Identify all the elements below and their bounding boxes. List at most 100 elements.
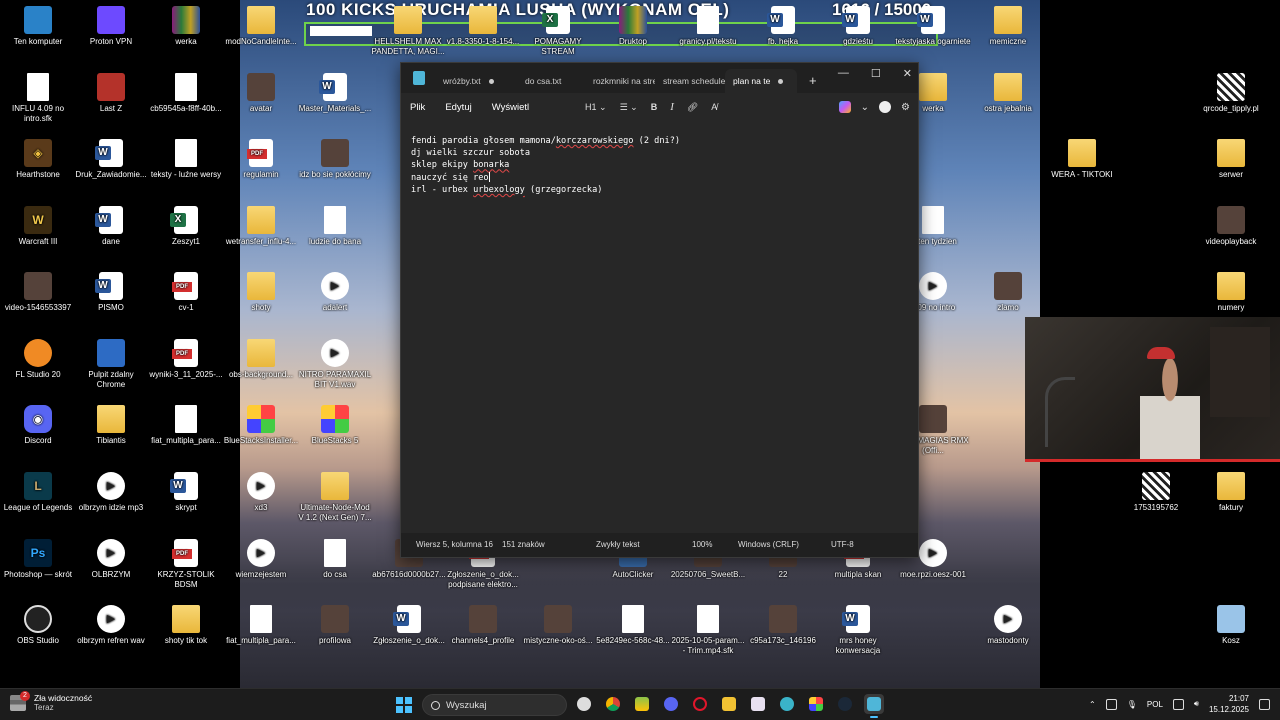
desktop-icon[interactable]: qrcode_tipply.pl xyxy=(1193,73,1269,114)
list-dropdown-icon[interactable]: ☰ ⌄ xyxy=(620,102,638,113)
desktop-icon[interactable]: video-1546553397 xyxy=(0,272,76,313)
desktop-icon[interactable]: profilowa xyxy=(297,605,373,646)
desktop-icon[interactable]: cv-1 xyxy=(148,272,224,313)
taskbar-app-steam[interactable] xyxy=(835,694,855,714)
new-tab-button[interactable]: + xyxy=(809,73,817,88)
desktop-icon[interactable]: mistyczne-oko-oś... xyxy=(520,605,596,646)
desktop-icon[interactable]: OBS Studio xyxy=(0,605,76,646)
desktop-icon[interactable]: BlueStacks 5 xyxy=(297,405,373,446)
desktop-icon[interactable]: 1753195762 xyxy=(1118,472,1194,513)
chevron-down-icon[interactable]: ⌄ xyxy=(861,102,869,113)
desktop-icon[interactable]: teksty - luźne wersy xyxy=(148,139,224,180)
close-icon[interactable]: ✕ xyxy=(903,67,912,80)
taskbar-app-chrome[interactable] xyxy=(603,694,623,714)
notepad-editor[interactable]: fendi parodia głosem mamona/korczarowski… xyxy=(401,121,918,535)
desktop-icon[interactable]: Ultimate-Node-Mod V 1.2 (Next Gen) 7... xyxy=(297,472,373,523)
microphone-icon[interactable]: 🎙︎ xyxy=(1127,700,1137,709)
desktop-icon[interactable]: wyniki-3_11_2025-... xyxy=(148,339,224,380)
desktop-icon[interactable]: KRZYZ-STOLIK BDSM xyxy=(148,539,224,590)
taskbar-search[interactable]: Wyszukaj xyxy=(422,694,567,716)
desktop-icon[interactable]: W Warcraft III xyxy=(0,206,76,247)
chevron-up-icon[interactable]: ⌃ xyxy=(1089,700,1096,709)
desktop-icon[interactable]: do csa xyxy=(297,539,373,580)
desktop-icon[interactable]: c95a173c_146196 xyxy=(745,605,821,646)
desktop-icon[interactable]: faktury xyxy=(1193,472,1269,513)
desktop-icon[interactable]: Last Z xyxy=(73,73,149,114)
desktop-icon[interactable]: obs-background... xyxy=(223,339,299,380)
taskbar-app-bluestacks[interactable] xyxy=(806,694,826,714)
desktop-icon[interactable]: fb. hejka xyxy=(745,6,821,47)
taskbar-app-explorer[interactable] xyxy=(719,694,739,714)
desktop-icon[interactable]: ◉ Discord xyxy=(0,405,76,446)
desktop-icon[interactable]: serwer xyxy=(1193,139,1269,180)
desktop-icon[interactable]: HELLSHELM MAX PANDETTA, MAGI... xyxy=(370,6,446,57)
desktop-icon[interactable]: v1.8-3350-1-8-154... xyxy=(445,6,521,47)
desktop-icon[interactable]: POMAGAMY STREAM xyxy=(520,6,596,57)
notifications-icon[interactable] xyxy=(1259,698,1270,710)
sync-icon[interactable] xyxy=(1105,698,1117,710)
copilot-icon[interactable] xyxy=(838,101,851,113)
menu-file[interactable]: Plik xyxy=(410,102,425,113)
desktop-icon[interactable]: ▶ xd3 xyxy=(223,472,299,513)
desktop-icon[interactable]: Ten komputer xyxy=(0,6,76,47)
desktop-icon[interactable]: Ps Photoshop — skrót xyxy=(0,539,76,580)
desktop-icon[interactable]: tekstyjaska ogarniete xyxy=(895,6,971,47)
link-icon[interactable]: 🔗︎ xyxy=(687,102,698,113)
desktop-icon[interactable]: wetransfer_influ-4... xyxy=(223,206,299,247)
desktop-icon[interactable]: shoty tik tok xyxy=(148,605,224,646)
taskbar-app-notepad[interactable] xyxy=(864,694,884,718)
weather-widget[interactable]: 2 Zła widoczność Teraz xyxy=(10,690,92,712)
desktop-icon[interactable]: Druk_Zawiadomie... xyxy=(73,139,149,180)
maximize-icon[interactable]: ☐ xyxy=(871,67,881,80)
desktop-icon[interactable]: Pulpit zdalny Chrome xyxy=(73,339,149,390)
italic-button[interactable]: I xyxy=(670,101,674,113)
desktop-icon[interactable]: gdzieśtu xyxy=(820,6,896,47)
clock[interactable]: 21:07 15.12.2025 xyxy=(1209,693,1249,715)
volume-icon[interactable]: 🔊︎ xyxy=(1194,699,1199,709)
desktop-icon[interactable]: memiczne xyxy=(970,6,1046,47)
zoom-level[interactable]: 100% xyxy=(692,540,712,549)
desktop-icon[interactable]: 5e8249ec-568c-48... xyxy=(595,605,671,646)
taskbar-app-brave[interactable] xyxy=(632,694,652,714)
desktop-icon[interactable]: WERA - TIKTOKI xyxy=(1044,139,1120,180)
desktop-icon[interactable]: ludzie do bana xyxy=(297,206,373,247)
settings-gear-icon[interactable]: ⚙ xyxy=(901,102,910,113)
desktop-icon[interactable]: idz bo sie pokłócimy xyxy=(297,139,373,180)
desktop-icon[interactable]: Zgłoszenie_o_dok... xyxy=(371,605,447,646)
desktop-icon[interactable]: zlamo xyxy=(970,272,1046,313)
taskbar-app-earth[interactable] xyxy=(777,694,797,714)
taskbar-app-kick[interactable] xyxy=(748,694,768,714)
heading-dropdown[interactable]: H1 ⌄ xyxy=(585,102,607,113)
minimize-icon[interactable]: — xyxy=(838,67,849,80)
desktop-icon[interactable]: werka xyxy=(148,6,224,47)
desktop-icon[interactable]: channels4_profile xyxy=(445,605,521,646)
desktop-icon[interactable]: granicy.pl/tekstu xyxy=(670,6,746,47)
menu-view[interactable]: Wyświetl xyxy=(492,102,529,113)
desktop-icon[interactable]: Proton VPN xyxy=(73,6,149,47)
desktop-icon[interactable]: ▶ wiemzejestem xyxy=(223,539,299,580)
tab-rozkmniki[interactable]: rozkmniki na stre xyxy=(585,69,655,93)
taskbar-app-chatgpt[interactable] xyxy=(574,694,594,714)
desktop-icon[interactable]: Kosz xyxy=(1193,605,1269,646)
desktop-icon[interactable]: fiat_multipla_para... xyxy=(148,405,224,446)
account-avatar[interactable] xyxy=(879,101,892,113)
desktop-icon[interactable]: Tibiantis xyxy=(73,405,149,446)
desktop-icon[interactable]: mrs honey konwersacja xyxy=(820,605,896,656)
notepad-window[interactable]: wróżby.txt do csa.txt rozkmniki na stre … xyxy=(400,62,919,558)
desktop-icon[interactable]: Zeszyt1 xyxy=(148,206,224,247)
desktop-icon[interactable]: skrypt xyxy=(148,472,224,513)
desktop-icon[interactable]: ▶ adalert xyxy=(297,272,373,313)
menu-edit[interactable]: Edytuj xyxy=(445,102,471,113)
desktop-icon[interactable]: Master_Materials_... xyxy=(297,73,373,114)
desktop-icon[interactable]: cb59545a-f8ff-40b... xyxy=(148,73,224,114)
desktop-icon[interactable]: L League of Legends xyxy=(0,472,76,513)
desktop-icon[interactable]: 2025-10-05-param... - Trim.mp4.sfk xyxy=(670,605,746,656)
desktop-icon[interactable]: dane xyxy=(73,206,149,247)
desktop-icon[interactable]: ostra jebalnia xyxy=(970,73,1046,114)
network-icon[interactable] xyxy=(1172,698,1184,710)
desktop-icon[interactable]: ▶ NITRO PARAMAXIL BIT V1.wav xyxy=(297,339,373,390)
desktop-icon[interactable]: PISMO xyxy=(73,272,149,313)
tab-do-csa[interactable]: do csa.txt xyxy=(517,69,585,93)
desktop-icon[interactable]: ▶ olbrzym refren wav xyxy=(73,605,149,646)
desktop-icon[interactable]: regulamin xyxy=(223,139,299,180)
